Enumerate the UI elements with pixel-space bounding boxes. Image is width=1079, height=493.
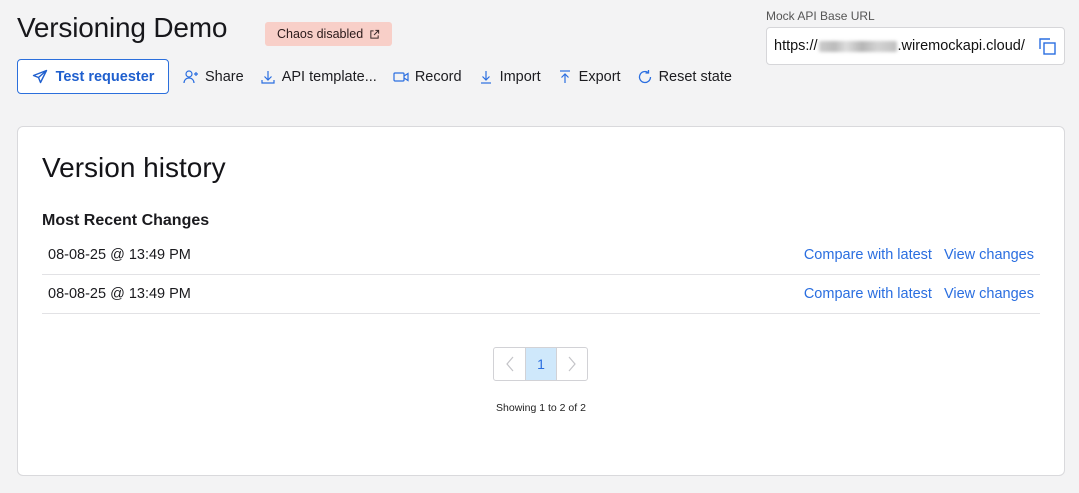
download-icon: [261, 70, 275, 84]
video-camera-icon: [393, 71, 409, 82]
row-actions: Compare with latest View changes: [804, 247, 1034, 263]
version-date: 08-08-25 @ 13:49 PM: [48, 286, 191, 302]
test-requester-label: Test requester: [55, 68, 155, 85]
pagination-summary: Showing 1 to 2 of 2: [496, 402, 586, 414]
version-history-card: Version history Most Recent Changes 08-0…: [17, 126, 1065, 476]
url-prefix: https://: [774, 38, 818, 54]
mock-api-url-field[interactable]: https:// .wiremockapi.cloud/: [766, 27, 1065, 65]
external-link-icon: [370, 29, 380, 39]
version-history-title: Version history: [42, 152, 226, 183]
send-icon: [32, 69, 47, 83]
import-button[interactable]: Import: [478, 69, 541, 85]
export-button[interactable]: Export: [557, 69, 621, 85]
record-button[interactable]: Record: [393, 69, 462, 85]
table-row: 08-08-25 @ 13:49 PM Compare with latest …: [42, 275, 1040, 314]
mock-api-label: Mock API Base URL: [766, 9, 875, 23]
compare-with-latest-link[interactable]: Compare with latest: [804, 286, 932, 302]
reset-state-label: Reset state: [658, 68, 732, 85]
chaos-badge-label: Chaos disabled: [277, 27, 364, 41]
compare-with-latest-link[interactable]: Compare with latest: [804, 247, 932, 263]
reset-state-button[interactable]: Reset state: [637, 69, 732, 85]
export-label: Export: [578, 68, 621, 85]
url-suffix: .wiremockapi.cloud/: [897, 38, 1025, 54]
api-template-label: API template...: [281, 68, 377, 85]
copy-icon[interactable]: [1037, 36, 1057, 56]
toolbar: Test requester Share API template... Rec…: [17, 59, 748, 94]
import-icon: [480, 70, 491, 84]
pagination: 1: [493, 347, 588, 381]
page-title: Versioning Demo: [17, 12, 228, 43]
version-list: 08-08-25 @ 13:49 PM Compare with latest …: [42, 236, 1040, 314]
version-date: 08-08-25 @ 13:49 PM: [48, 247, 191, 263]
view-changes-link[interactable]: View changes: [944, 286, 1034, 302]
next-page-button[interactable]: [556, 348, 587, 380]
test-requester-button[interactable]: Test requester: [17, 59, 169, 94]
view-changes-link[interactable]: View changes: [944, 247, 1034, 263]
table-row: 08-08-25 @ 13:49 PM Compare with latest …: [42, 236, 1040, 275]
record-label: Record: [414, 68, 462, 85]
share-label: Share: [205, 68, 244, 85]
add-user-icon: [183, 69, 198, 83]
export-icon: [559, 69, 570, 83]
chaos-status-badge[interactable]: Chaos disabled: [265, 22, 393, 46]
chevron-right-icon: [568, 356, 576, 372]
api-template-button[interactable]: API template...: [260, 69, 377, 85]
reset-icon: [638, 69, 651, 83]
redacted-subdomain: [818, 40, 897, 52]
prev-page-button[interactable]: [494, 348, 525, 380]
page-button-current[interactable]: 1: [525, 348, 556, 380]
row-actions: Compare with latest View changes: [804, 286, 1034, 302]
chevron-left-icon: [505, 356, 513, 372]
most-recent-changes-heading: Most Recent Changes: [42, 212, 210, 229]
import-label: Import: [499, 68, 541, 85]
share-button[interactable]: Share: [183, 69, 244, 85]
